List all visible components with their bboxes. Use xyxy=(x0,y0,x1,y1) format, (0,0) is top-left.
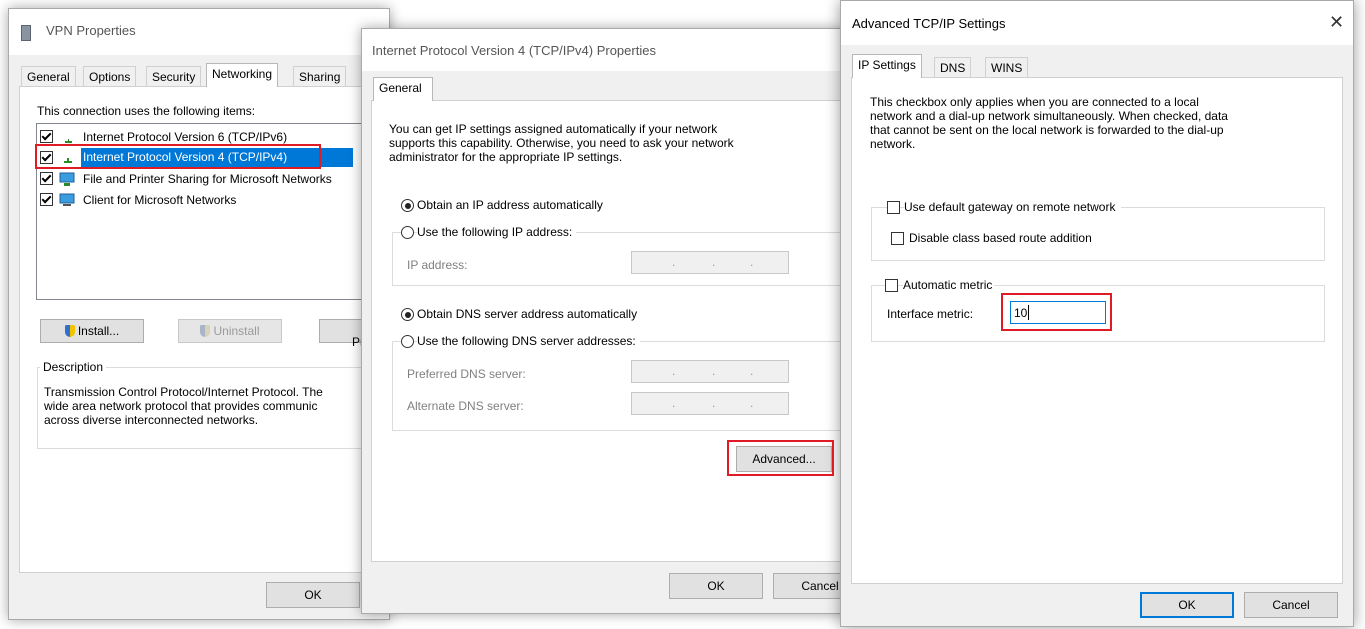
obtain-dns-auto-radio[interactable] xyxy=(401,308,414,321)
ip-dot: . xyxy=(750,396,754,410)
vpn-tab-sharing[interactable]: Sharing xyxy=(293,66,347,87)
ipv4-properties-window: Internet Protocol Version 4 (TCP/IPv4) P… xyxy=(361,28,847,614)
vpn-tab-general[interactable]: General xyxy=(21,66,76,87)
ipv6-checkbox[interactable] xyxy=(40,130,53,143)
use-static-dns-label[interactable]: Use the following DNS server addresses: xyxy=(417,334,640,348)
close-icon[interactable]: ✕ xyxy=(1329,13,1344,31)
automatic-metric-checkbox[interactable] xyxy=(885,279,898,292)
vpn-window-icon xyxy=(21,25,31,41)
list-item-client-ms[interactable]: Client for Microsoft Networks xyxy=(37,190,389,210)
ip-address-field[interactable]: . . . xyxy=(631,251,789,274)
advanced-tab-dns[interactable]: DNS xyxy=(934,57,972,78)
ipv6-label: Internet Protocol Version 6 (TCP/IPv6) xyxy=(83,130,288,144)
advanced-title: Advanced TCP/IP Settings xyxy=(852,16,1006,31)
ip-dot: . xyxy=(750,255,754,269)
uninstall-label: Uninstall xyxy=(213,324,260,338)
preferred-dns-field[interactable]: . . . xyxy=(631,360,789,383)
ipv4-intro-line-2: supports this capability. Otherwise, you… xyxy=(389,136,734,150)
network-client-icon xyxy=(58,192,76,208)
highlight-advanced-button xyxy=(727,440,834,476)
ipv4-title: Internet Protocol Version 4 (TCP/IPv4) P… xyxy=(372,43,656,58)
disable-class-route-label[interactable]: Disable class based route addition xyxy=(909,231,1092,245)
ip-dot: . xyxy=(712,364,716,378)
preferred-dns-label: Preferred DNS server: xyxy=(407,367,526,381)
vpn-title: VPN Properties xyxy=(46,23,136,38)
shield-icon xyxy=(64,325,75,337)
info-line-4: network. xyxy=(870,137,916,151)
description-line-1: Transmission Control Protocol/Internet P… xyxy=(44,385,323,399)
ip-dot: . xyxy=(712,396,716,410)
ipv4-cancel-button[interactable]: Cancel xyxy=(773,573,846,599)
advanced-titlebar[interactable]: Advanced TCP/IP Settings ✕ xyxy=(841,1,1353,45)
highlight-interface-metric xyxy=(1001,293,1112,331)
vpn-ok-button[interactable]: OK xyxy=(266,582,360,608)
ipv4-intro-line-1: You can get IP settings assigned automat… xyxy=(389,122,718,136)
ip-dot: . xyxy=(672,396,676,410)
client-ms-checkbox[interactable] xyxy=(40,193,53,206)
advanced-tab-ip-settings[interactable]: IP Settings xyxy=(852,54,922,78)
ip-address-label: IP address: xyxy=(407,258,468,272)
install-label: Install... xyxy=(77,324,120,338)
obtain-ip-auto-radio[interactable] xyxy=(401,199,414,212)
vpn-tab-networking[interactable]: Networking xyxy=(206,63,279,87)
use-static-ip-radio[interactable] xyxy=(401,226,414,239)
shield-icon xyxy=(200,325,211,337)
use-static-ip-label[interactable]: Use the following IP address: xyxy=(417,225,577,239)
info-line-1: This checkbox only applies when you are … xyxy=(870,95,1199,109)
advanced-cancel-button[interactable]: Cancel xyxy=(1244,592,1338,618)
info-line-3: that cannot be sent on the local network… xyxy=(870,123,1224,137)
client-ms-label: Client for Microsoft Networks xyxy=(83,193,237,207)
uses-items-label: This connection uses the following items… xyxy=(37,104,256,118)
highlight-ipv4-item xyxy=(35,144,321,169)
vpn-titlebar[interactable]: VPN Properties xyxy=(9,9,389,55)
alternate-dns-field[interactable]: . . . xyxy=(631,392,789,415)
description-label: Description xyxy=(40,360,107,374)
ip-dot: . xyxy=(712,255,716,269)
default-gateway-label[interactable]: Use default gateway on remote network xyxy=(904,200,1122,214)
ip-dot: . xyxy=(672,364,676,378)
ipv4-titlebar[interactable]: Internet Protocol Version 4 (TCP/IPv4) P… xyxy=(362,29,846,71)
install-button[interactable]: Install... xyxy=(40,319,144,343)
ip-dot: . xyxy=(672,255,676,269)
description-line-2: wide area network protocol that provides… xyxy=(44,399,318,413)
ipv4-general-panel: You can get IP settings assigned automat… xyxy=(371,100,846,562)
file-sharing-label: File and Printer Sharing for Microsoft N… xyxy=(83,172,332,186)
automatic-metric-label[interactable]: Automatic metric xyxy=(903,278,995,292)
info-line-2: network and a dial-up network simultaneo… xyxy=(870,109,1228,123)
static-dns-group xyxy=(392,341,846,431)
use-static-dns-radio[interactable] xyxy=(401,335,414,348)
advanced-ok-button[interactable]: OK xyxy=(1140,592,1234,618)
list-item-file-printer-sharing[interactable]: File and Printer Sharing for Microsoft N… xyxy=(37,169,389,189)
vpn-tab-options[interactable]: Options xyxy=(83,66,137,87)
ip-dot: . xyxy=(750,364,754,378)
description-line-3: across diverse interconnected networks. xyxy=(44,413,259,427)
advanced-tab-wins[interactable]: WINS xyxy=(985,57,1029,78)
disable-class-route-checkbox[interactable] xyxy=(891,232,904,245)
network-service-icon xyxy=(58,171,76,187)
uninstall-button[interactable]: Uninstall xyxy=(178,319,282,343)
file-sharing-checkbox[interactable] xyxy=(40,172,53,185)
vpn-tab-security[interactable]: Security xyxy=(146,66,202,87)
alternate-dns-label: Alternate DNS server: xyxy=(407,399,524,413)
ipv4-tab-general[interactable]: General xyxy=(373,77,433,101)
vpn-properties-window: VPN Properties General Options Security … xyxy=(8,8,390,620)
interface-metric-label: Interface metric: xyxy=(887,307,974,321)
obtain-dns-auto-label[interactable]: Obtain DNS server address automatically xyxy=(417,307,637,321)
obtain-ip-auto-label[interactable]: Obtain an IP address automatically xyxy=(417,198,603,212)
ipv4-intro-line-3: administrator for the appropriate IP set… xyxy=(389,150,623,164)
default-gateway-checkbox[interactable] xyxy=(887,201,900,214)
ipv4-ok-button[interactable]: OK xyxy=(669,573,763,599)
